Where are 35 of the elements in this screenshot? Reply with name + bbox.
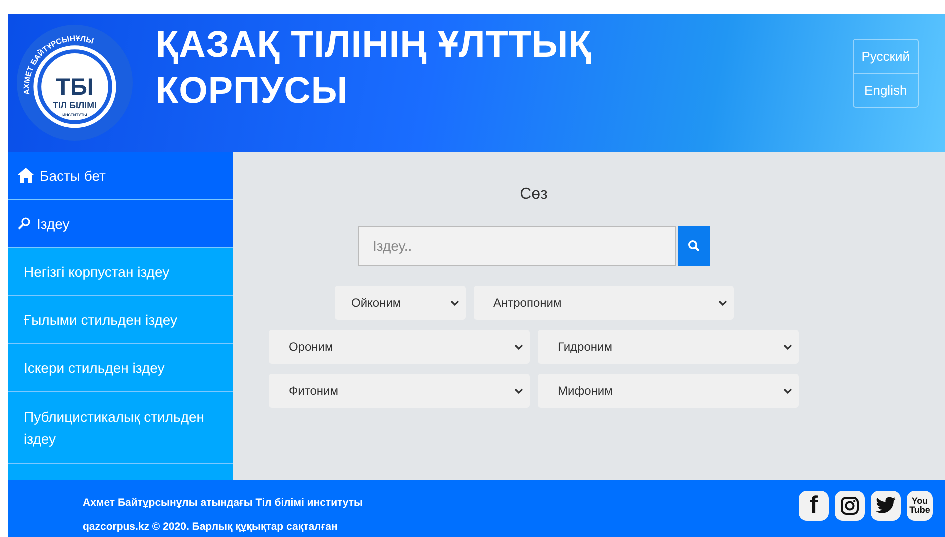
bird-icon <box>876 497 896 514</box>
chevron-icon <box>783 344 793 350</box>
chevron-icon <box>514 388 524 394</box>
youtube-link[interactable]: You Tube <box>907 490 933 520</box>
sidebar-item[interactable]: Іздеу <box>8 200 233 248</box>
sidebar-item-label: Публицистикалық стильден іздеу <box>24 408 206 449</box>
sidebar-item-label: Іскери стильден іздеу <box>24 358 165 378</box>
filter-dropdown[interactable]: Ойконим <box>334 286 466 320</box>
chevron-icon <box>450 300 460 306</box>
sidebar-item-label: Іздеу <box>37 214 70 234</box>
search-heading: Сөз <box>520 186 548 204</box>
sidebar-item-label: Ғылыми стильден іздеу <box>24 310 178 330</box>
chevron-icon <box>783 388 793 394</box>
facebook-link[interactable]: f <box>799 490 829 520</box>
instagram-icon <box>840 496 860 516</box>
filter-dropdown[interactable]: Гидроним <box>538 330 799 364</box>
chevron-icon <box>514 344 524 350</box>
chevron-icon <box>718 300 728 306</box>
filter-dropdown[interactable]: Ороним <box>269 330 530 364</box>
footer-text: qazcorpus.kz © 2020. Барлық құқықтар сақталған <box>83 520 339 532</box>
sidebar-item[interactable]: Басты бет <box>8 152 233 200</box>
search-button[interactable] <box>678 226 710 266</box>
footer-text: Ахмет Байтұрсынұлы атындағы Тіл білімі институты <box>83 496 364 508</box>
filter-dropdown[interactable]: Антропоним <box>474 286 734 320</box>
filter-dropdown[interactable]: Фитоним <box>269 374 530 408</box>
site-title: ҚАЗАҚ ТІЛІНІҢ ҰЛТТЫҚ КОРПУСЫ <box>156 23 593 113</box>
instagram-link[interactable] <box>835 490 865 520</box>
twitter-link[interactable] <box>871 490 901 520</box>
search-icon <box>688 240 700 252</box>
home-icon <box>18 168 34 183</box>
sidebar-item-label: Негізгі корпустан іздеу <box>24 262 170 282</box>
filter-dropdown[interactable]: Мифоним <box>538 374 799 408</box>
sidebar-item-label: Басты бет <box>40 166 106 186</box>
search-icon <box>18 217 31 230</box>
search-field[interactable]: Іздеу.. <box>358 226 676 266</box>
